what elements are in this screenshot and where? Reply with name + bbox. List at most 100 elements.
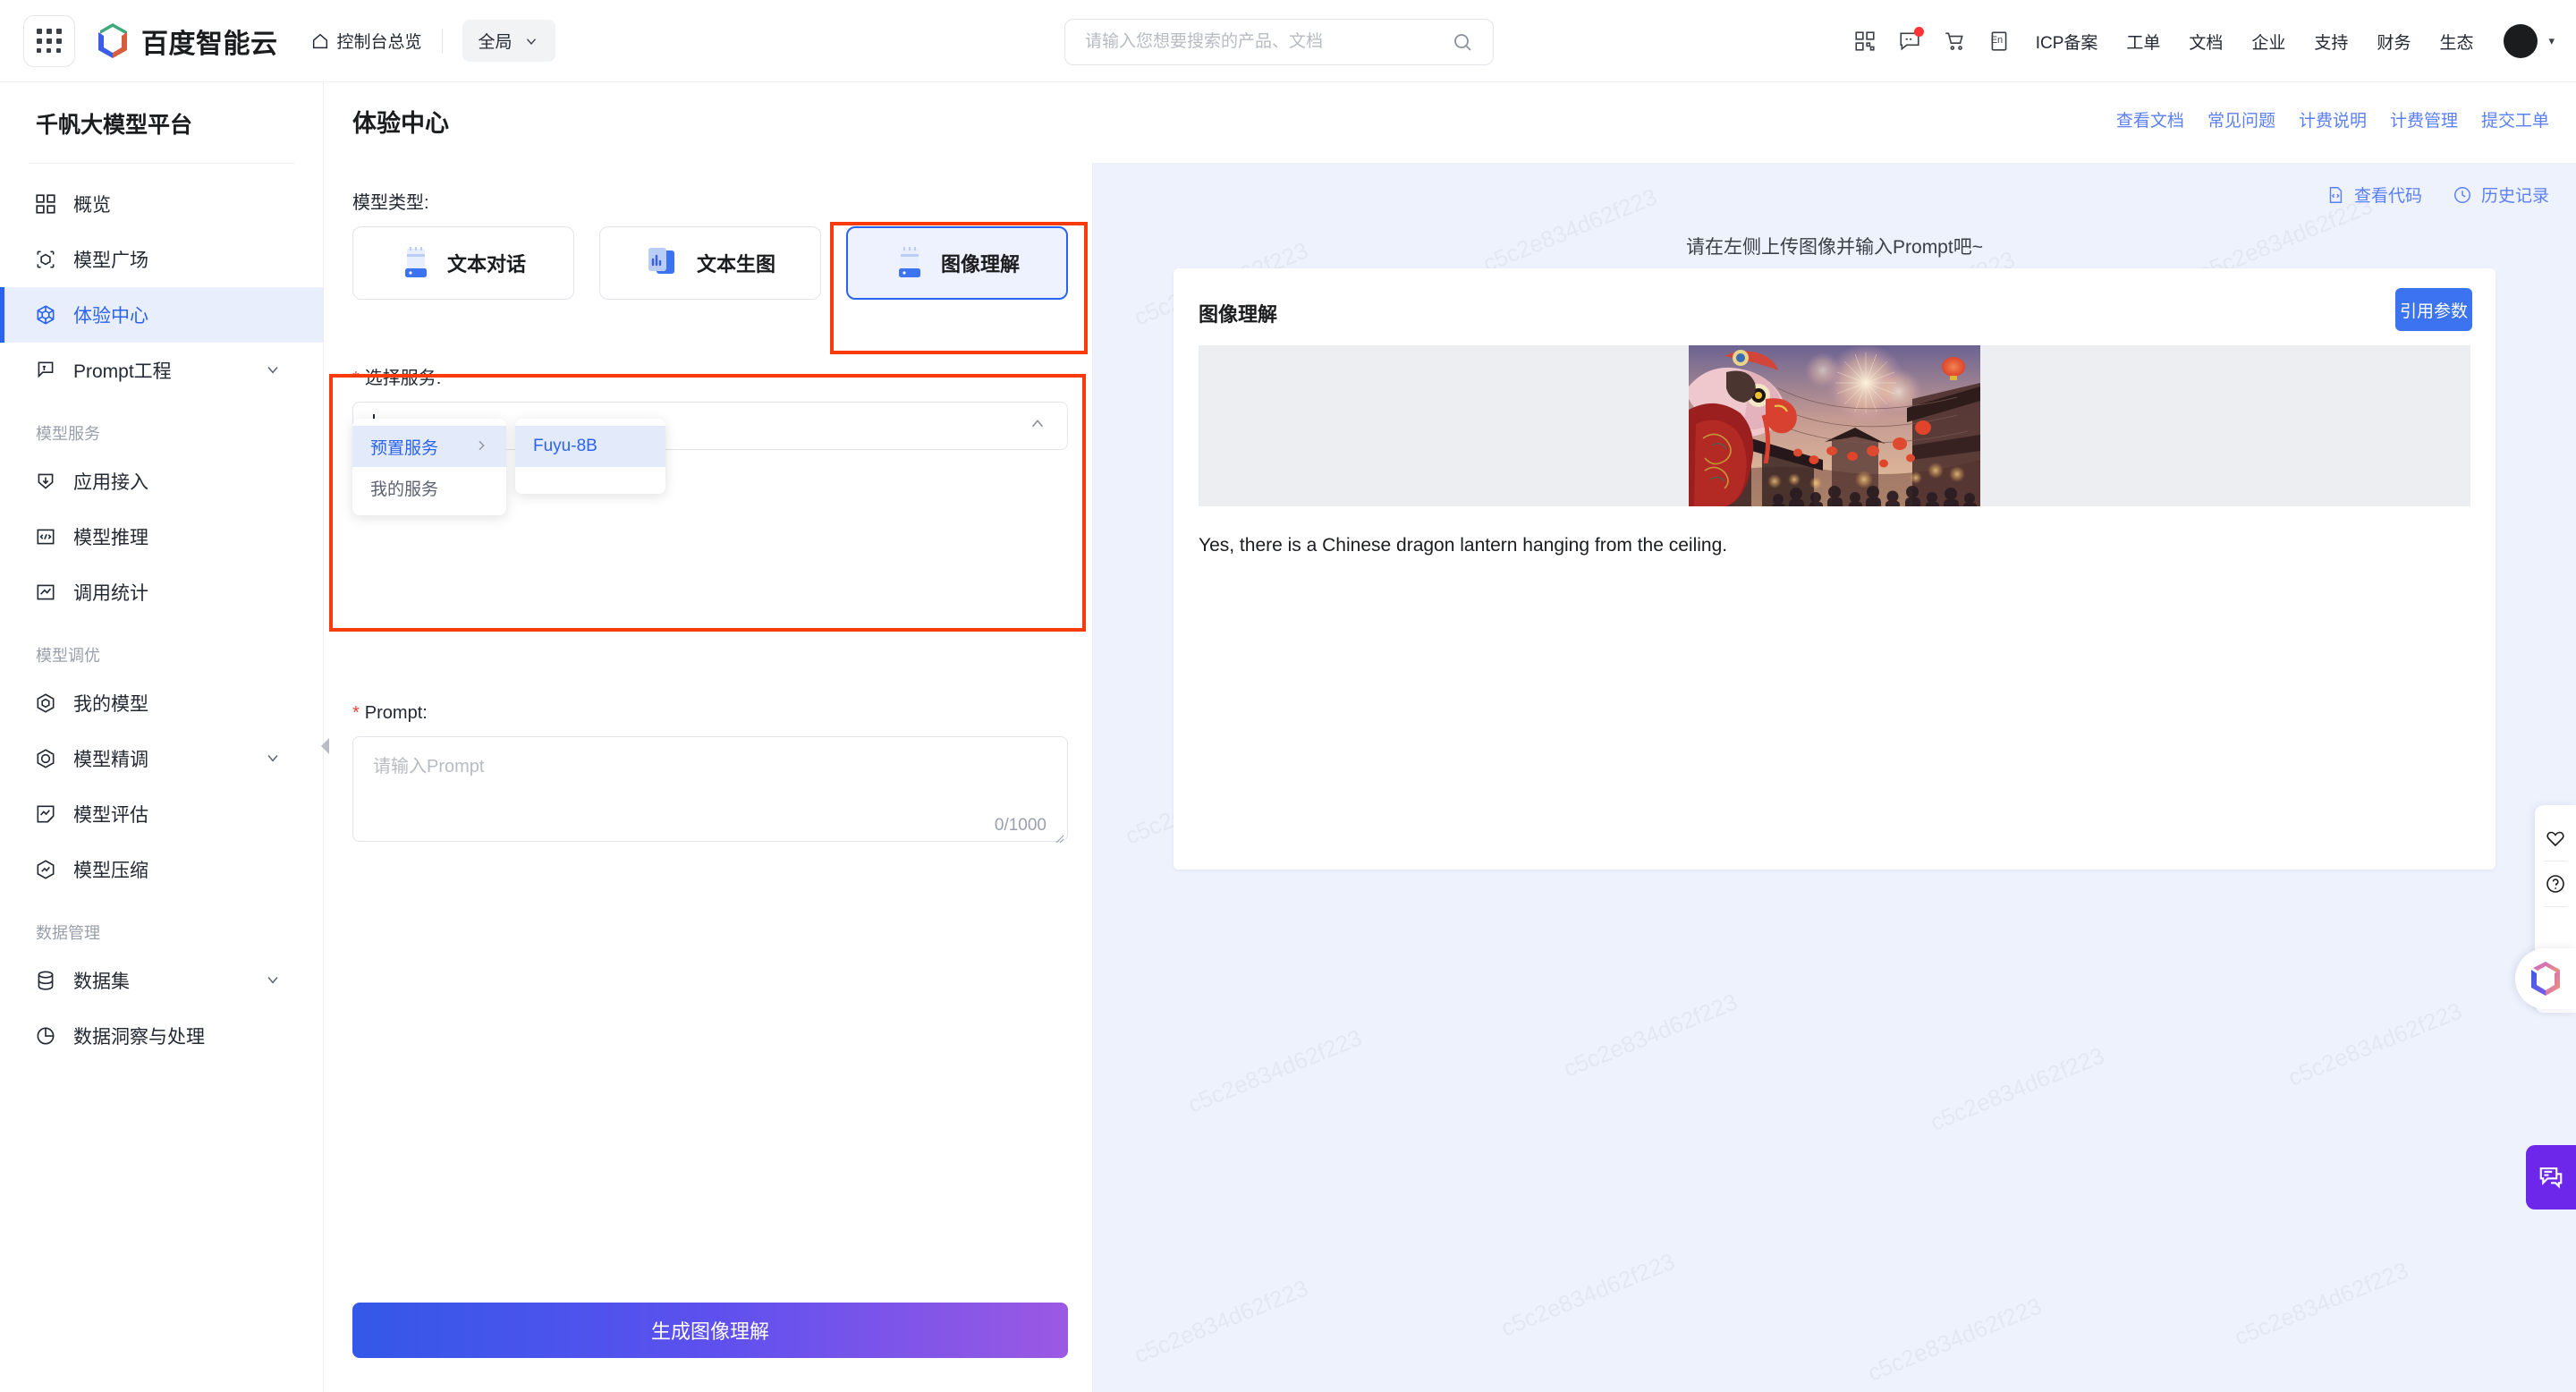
topbar-link-docs[interactable]: 文档 [2174,30,2237,54]
link-billing-mgmt[interactable]: 计费管理 [2390,107,2458,132]
sidebar-item-model-eval[interactable]: 模型评估 [0,786,323,842]
dropdown-item-preset-service[interactable]: 预置服务 [352,426,506,467]
my-model-hexcube-icon [32,690,59,717]
dataset-database-icon [32,967,59,994]
model-type-label-text: 文本对话 [446,253,526,276]
model-type-label-text: 图像理解 [940,253,1020,276]
topbar-link-enterprise[interactable]: 企业 [2237,30,2300,54]
dropdown-option-fuyu-8b[interactable]: Fuyu-8B [515,426,665,467]
generate-button[interactable]: 生成图像理解 [352,1303,1068,1358]
sidebar-item-model-plaza[interactable]: 模型广场 [0,232,323,287]
search-icon[interactable] [1452,31,1473,53]
service-dropdown-categories: 预置服务 我的服务 [352,419,506,515]
scope-selector[interactable]: 全局 [462,20,555,62]
quote-params-button[interactable]: 引用参数 [2395,288,2472,331]
model-type-text-chat[interactable]: 文本对话 [352,226,574,300]
sidebar-item-label: 模型精调 [73,750,148,770]
topbar-link-support[interactable]: 支持 [2300,30,2362,54]
result-answer-text: Yes, there is a Chinese dragon lantern h… [1199,535,1728,556]
avatar[interactable] [2504,24,2538,58]
service-dropdown-options: Fuyu-8B [515,419,665,494]
prompt-bubble-icon [32,357,59,384]
result-hint-text: 请在左侧上传图像并输入Prompt吧~ [1686,237,1983,258]
dropdown-item-label: 我的服务 [370,480,439,499]
link-billing-desc[interactable]: 计费说明 [2299,107,2367,132]
sidebar-item-label: 概览 [73,195,111,216]
favorite-heart-icon[interactable] [2535,816,2576,861]
chevron-right-icon [474,438,488,455]
link-view-docs[interactable]: 查看文档 [2116,107,2184,132]
sidebar-item-overview[interactable]: 概览 [0,176,323,232]
topbar-link-ticket[interactable]: 工单 [2112,30,2174,54]
chevron-down-icon[interactable] [264,749,282,769]
text-to-image-icon [648,248,674,274]
chevron-up-icon[interactable] [1028,414,1047,437]
baidu-cloud-hex-logo-icon[interactable] [2515,948,2576,1009]
console-overview-link[interactable]: 控制台总览 [310,29,422,53]
call-stats-chart-icon [32,579,59,606]
sidebar-item-label: 应用接入 [73,472,148,493]
search-input[interactable] [1085,32,1452,52]
sidebar-item-data-insight[interactable]: 数据洞察与处理 [0,1008,323,1064]
page-title: 体验中心 [352,110,449,137]
model-type-text-to-image[interactable]: 文本生图 [599,226,821,300]
view-code-button[interactable]: 查看代码 [2326,182,2422,207]
topbar-link-finance[interactable]: 财务 [2362,30,2425,54]
history-button[interactable]: 历史记录 [2453,182,2549,207]
sidebar-item-model-inference[interactable]: 模型推理 [0,509,323,564]
experience-form-panel: 模型类型: 文本对话 文本生图 图像理解 * 选择服务: 预置服务 我的服务 F… [324,163,1093,1392]
global-topbar: 百度智能云 控制台总览 全局 请输入您想要搜索的产品、文档 En ICP备案 工… [0,0,2576,82]
app-access-download-icon [32,468,59,495]
message-icon[interactable] [1887,19,1932,64]
brand-logo-area[interactable]: 百度智能云 [95,21,278,61]
sidebar-item-call-stats[interactable]: 调用统计 [0,564,323,620]
console-overview-label: 控制台总览 [336,33,422,52]
sidebar-item-app-access[interactable]: 应用接入 [0,454,323,509]
avatar-caret-icon[interactable]: ▾ [2548,34,2555,48]
sidebar-item-experience-center[interactable]: 体验中心 [0,287,323,343]
result-image[interactable] [1689,345,1980,506]
link-faq[interactable]: 常见问题 [2207,107,2275,132]
chevron-down-icon [526,38,536,45]
language-en-icon[interactable]: En [1977,19,2021,64]
sidebar-item-dataset[interactable]: 数据集 [0,953,323,1008]
dropdown-item-label: 预置服务 [370,438,439,458]
sidebar-item-my-models[interactable]: 我的模型 [0,675,323,731]
view-code-label: 查看代码 [2353,187,2422,206]
apps-grid-button[interactable] [23,14,75,67]
overview-grid-icon [32,191,59,217]
result-toolbar: 查看代码 历史记录 [2326,182,2549,207]
topbar-link-ecosystem[interactable]: 生态 [2425,30,2487,54]
help-question-icon[interactable] [2535,862,2576,906]
cart-icon[interactable] [1932,19,1977,64]
topbar-divider [441,28,443,54]
link-submit-ticket[interactable]: 提交工单 [2481,107,2549,132]
chevron-left-icon [320,738,329,754]
brand-name: 百度智能云 [141,29,278,59]
prompt-input-wrapper: 0/1000 [352,736,1068,846]
sidebar-item-label: 模型压缩 [73,861,148,881]
sidebar-item-model-compress[interactable]: 模型压缩 [0,842,323,897]
rail-divider [2544,906,2567,907]
text-chat-icon [404,247,427,277]
sidebar-item-prompt-engineering[interactable]: Prompt工程 [0,343,323,398]
sidebar-title: 千帆大模型平台 [36,113,193,138]
model-type-options: 文本对话 文本生图 图像理解 [352,226,1068,300]
sidebar-item-label: 模型评估 [73,805,148,826]
prompt-label: Prompt: [352,703,1068,724]
scope-label: 全局 [478,33,513,52]
baidu-cloud-logo-icon [98,22,127,58]
chat-support-icon[interactable] [2526,1145,2576,1210]
dropdown-item-my-service[interactable]: 我的服务 [352,467,506,508]
collapse-left-panel-handle[interactable] [318,725,332,768]
chevron-down-icon[interactable] [264,361,282,381]
chevron-down-icon[interactable] [264,971,282,991]
sidebar-item-model-finetune[interactable]: 模型精调 [0,731,323,786]
qrcode-icon[interactable] [1843,19,1887,64]
page-header: 体验中心 查看文档 常见问题 计费说明 计费管理 提交工单 [324,82,2576,163]
model-type-image-understanding[interactable]: 图像理解 [846,226,1068,300]
model-compress-hex-icon [32,856,59,883]
topbar-link-icp[interactable]: ICP备案 [2021,30,2113,54]
prompt-textarea[interactable] [352,736,1068,842]
global-search[interactable] [1064,19,1494,65]
